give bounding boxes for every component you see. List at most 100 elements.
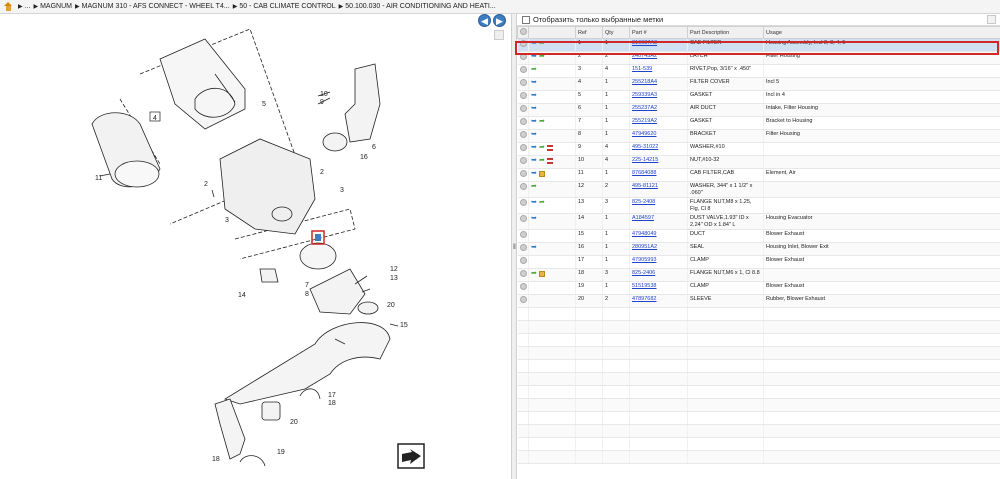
part-number-link[interactable]: 151-539 <box>629 64 688 78</box>
part-number-link[interactable]: 225-14215 <box>629 155 688 169</box>
part-number-link[interactable]: 255237A2 <box>629 103 688 117</box>
table-row[interactable]: ➥ ➦ 2 2 240745A2 LATCH Filter Housing <box>517 51 1000 65</box>
label-11[interactable]: 11 <box>95 175 102 182</box>
label-6[interactable]: 6 <box>372 144 376 151</box>
label-20[interactable]: 20 <box>387 302 395 309</box>
table-row[interactable]: ➥ ➦ 1 1 310687A3 CAB FILTER Housing Assembly, … <box>517 38 1000 52</box>
show-selected-checkbox[interactable] <box>522 15 530 24</box>
part-number-link[interactable]: 47948049 <box>629 229 688 243</box>
info-arrow-icon[interactable]: ➥ <box>531 215 538 222</box>
bracket-gasket-part[interactable] <box>299 242 337 270</box>
info-arrow-icon[interactable]: ➥ <box>531 144 538 151</box>
part-number-link[interactable]: 495-81121 <box>629 181 688 198</box>
info-arrow-icon[interactable]: ➥ <box>531 92 538 99</box>
breadcrumb-item[interactable]: ▶ MAGNUM <box>33 3 72 10</box>
breadcrumb-item[interactable]: ▶... <box>18 3 30 10</box>
cart-arrow-icon[interactable]: ➦ <box>539 157 546 164</box>
label-7[interactable]: 7 <box>305 282 309 289</box>
label-5[interactable]: 5 <box>262 101 266 108</box>
table-row[interactable]: 19 1 51519538 CLAMP Blower Exhaust <box>517 281 1000 295</box>
info-arrow-icon[interactable]: ➥ <box>531 199 538 206</box>
label-17[interactable]: 17 <box>328 392 336 399</box>
table-row[interactable]: ➥ ➦ 10 4 225-14215 NUT,#10-32 <box>517 155 1000 169</box>
header-ref[interactable]: Ref <box>575 26 603 39</box>
part-number-link[interactable]: 87684088 <box>629 168 688 182</box>
table-row[interactable]: ➥ 16 1 280951A2 SEAL Housing Inlet, Blower Ex… <box>517 242 1000 256</box>
breadcrumb-item[interactable]: ▶ 50 - CAB CLIMATE CONTROL <box>233 3 336 10</box>
label-13[interactable]: 13 <box>390 275 398 282</box>
cart-arrow-icon[interactable]: ➦ <box>539 144 546 151</box>
part-number-link[interactable]: A184597 <box>629 213 688 230</box>
row-gear-cell[interactable] <box>517 181 529 198</box>
row-gear-cell[interactable] <box>517 38 529 52</box>
home-icon[interactable] <box>4 2 13 11</box>
part-number-link[interactable]: 280951A2 <box>629 242 688 256</box>
label-12[interactable]: 12 <box>390 266 398 273</box>
part-number-link[interactable]: 255219A2 <box>629 116 688 130</box>
row-gear-cell[interactable] <box>517 51 529 65</box>
label-10[interactable]: 10 <box>320 91 328 98</box>
row-gear-cell[interactable] <box>517 129 529 143</box>
part-number-link[interactable]: 255218A4 <box>629 77 688 91</box>
bracket-part[interactable] <box>309 268 366 315</box>
label-15[interactable]: 15 <box>400 322 408 329</box>
info-arrow-icon[interactable]: ➥ <box>531 131 538 138</box>
part-number-link[interactable]: 240745A2 <box>629 51 688 65</box>
row-gear-cell[interactable] <box>517 294 529 308</box>
header-select[interactable] <box>517 26 529 39</box>
breadcrumb-item[interactable]: ▶ MAGNUM 310 - AFS CONNECT - WHEEL T4... <box>75 3 230 10</box>
cart-arrow-icon[interactable]: ➦ <box>539 53 546 60</box>
package-icon[interactable] <box>539 271 545 277</box>
label-20b[interactable]: 20 <box>290 419 298 426</box>
label-4[interactable]: 4 <box>153 115 157 122</box>
row-gear-cell[interactable] <box>517 64 529 78</box>
breadcrumb-item[interactable]: ▶ 50.100.030 - AIR CONDITIONING AND HEATI… <box>339 3 496 10</box>
table-row[interactable]: ➥ 14 1 A184597 DUST VALVE,1.93" ID x 2.24" O… <box>517 213 1000 230</box>
blower-exhaust-duct-part[interactable] <box>224 322 391 405</box>
row-gear-cell[interactable] <box>517 255 529 269</box>
part-number-link[interactable]: 825-2408 <box>629 197 688 214</box>
table-row[interactable]: ➦ 12 2 495-81121 WASHER, 344" x 1 1/2" x .06… <box>517 181 1000 198</box>
label-19[interactable]: 19 <box>277 449 285 456</box>
label-14[interactable]: 14 <box>238 292 246 299</box>
table-row[interactable]: ➦ 3 4 151-539 RIVET,Pop, 3/16" x .450" <box>517 64 1000 78</box>
table-row[interactable]: ➥ 6 1 255237A2 AIR DUCT Intake, Filter Housin… <box>517 103 1000 117</box>
clamp-part[interactable] <box>299 388 321 400</box>
table-row[interactable]: ➥ 8 1 47949620 BRACKET Filter Housing <box>517 129 1000 143</box>
part-number-link[interactable]: 825-2406 <box>629 268 688 282</box>
header-desc[interactable]: Part Description <box>687 26 764 39</box>
info-arrow-icon[interactable]: ➥ <box>531 105 538 112</box>
sleeve-lower-part[interactable] <box>261 401 281 421</box>
info-arrow-icon[interactable]: ➥ <box>531 244 538 251</box>
row-gear-cell[interactable] <box>517 281 529 295</box>
row-gear-cell[interactable] <box>517 155 529 169</box>
table-row[interactable]: ➥ ➦ 9 4 495-31022 WASHER,#10 <box>517 142 1000 156</box>
row-gear-cell[interactable] <box>517 90 529 104</box>
cart-arrow-icon[interactable]: ➦ <box>539 199 546 206</box>
part-number-link[interactable]: 47949620 <box>629 129 688 143</box>
cart-arrow-icon[interactable]: ➦ <box>531 183 538 190</box>
info-arrow-icon[interactable]: ➥ <box>531 157 538 164</box>
row-gear-cell[interactable] <box>517 242 529 256</box>
table-row[interactable]: 17 1 47905993 CLAMP Blower Exhaust <box>517 255 1000 269</box>
label-3[interactable]: 3 <box>225 217 229 224</box>
table-row[interactable]: ➥ 11 1 87684088 CAB FILTER,CAB Element, Air <box>517 168 1000 182</box>
label-16[interactable]: 16 <box>360 154 368 161</box>
row-gear-cell[interactable] <box>517 213 529 230</box>
cart-arrow-icon[interactable]: ➦ <box>531 270 538 277</box>
label-3b[interactable]: 3 <box>340 187 344 194</box>
row-gear-cell[interactable] <box>517 168 529 182</box>
info-arrow-icon[interactable]: ➥ <box>531 170 538 177</box>
sleeve-part[interactable] <box>357 301 379 315</box>
label-18[interactable]: 18 <box>328 400 336 407</box>
table-row[interactable]: ➥ ➦ 7 1 255219A2 GASKET Bracket to Housing <box>517 116 1000 130</box>
list-icon[interactable] <box>547 145 553 151</box>
next-page-arrow-icon[interactable] <box>397 443 425 469</box>
air-duct-part[interactable] <box>344 63 381 143</box>
part-number-link[interactable]: 47905993 <box>629 255 688 269</box>
info-arrow-icon[interactable]: ➥ <box>531 40 538 47</box>
row-gear-cell[interactable] <box>517 197 529 214</box>
panel-toggle-icon[interactable] <box>987 15 996 24</box>
label-18b[interactable]: 18 <box>212 456 220 463</box>
table-row[interactable]: ➥ ➦ 13 3 825-2408 FLANGE NUT,M8 x 1.25, Flg, … <box>517 197 1000 214</box>
